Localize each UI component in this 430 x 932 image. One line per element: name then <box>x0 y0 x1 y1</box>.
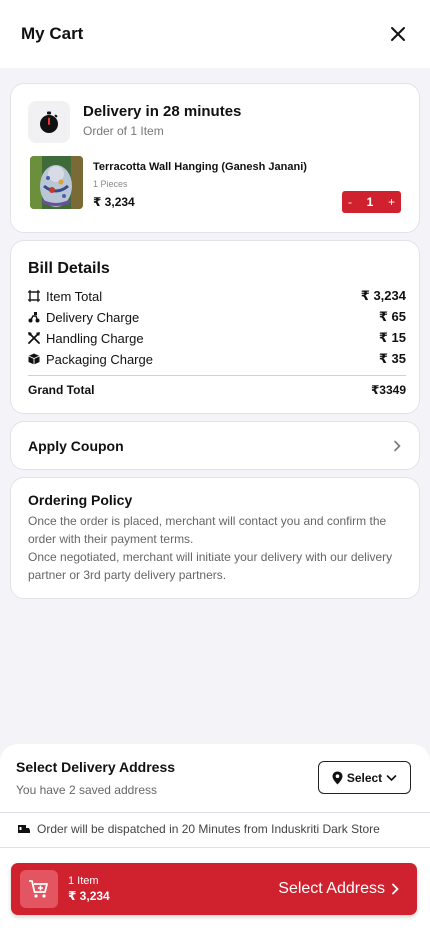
scooter-icon <box>28 311 40 323</box>
bill-row-label: Packaging Charge <box>46 351 153 367</box>
chevron-down-icon <box>386 774 397 781</box>
increase-quantity-button[interactable]: + <box>388 195 395 209</box>
grand-total-label: Grand Total <box>28 383 95 397</box>
bill-row-amount: ₹ 3,234 <box>360 288 406 303</box>
product-pieces: 1 Pieces <box>93 179 128 189</box>
store-icon <box>18 825 30 833</box>
tools-icon <box>28 332 40 344</box>
delivery-title: Delivery in 28 minutes <box>83 103 242 120</box>
chevron-right-icon <box>392 883 399 895</box>
product-price: ₹ 3,234 <box>93 195 135 209</box>
cta-total: ₹ 3,234 <box>68 889 110 903</box>
policy-text: Once the order is placed, merchant will … <box>28 514 393 582</box>
dispatch-text: Order will be dispatched in 20 Minutes f… <box>37 822 380 836</box>
bill-row-amount: ₹ 35 <box>378 351 406 366</box>
bill-row-label: Item Total <box>46 288 103 304</box>
bill-details-card: Bill Details Item Total ₹ 3,234 Delivery… <box>10 240 420 414</box>
delivery-card: Delivery in 28 minutes Order of 1 Item T… <box>10 83 420 233</box>
page-title: My Cart <box>21 24 84 43</box>
bill-row-amount: ₹ 65 <box>378 309 406 324</box>
stopwatch-icon-box <box>28 101 70 143</box>
apply-coupon-button[interactable]: Apply Coupon <box>10 421 420 470</box>
select-address-dropdown[interactable]: Select <box>318 761 411 794</box>
product-image[interactable] <box>30 156 83 209</box>
receipt-icon <box>28 290 40 302</box>
bill-row-packaging-charge: Packaging Charge ₹ 35 <box>28 351 406 367</box>
bill-row-label: Delivery Charge <box>46 309 140 325</box>
policy-title: Ordering Policy <box>28 492 133 508</box>
close-button[interactable] <box>388 24 408 44</box>
sheet-divider <box>0 847 430 848</box>
bill-title: Bill Details <box>28 260 110 277</box>
close-icon <box>391 27 405 41</box>
cta-action-label: Select Address <box>278 880 385 897</box>
address-title: Select Delivery Address <box>16 759 176 775</box>
bill-row-delivery-charge: Delivery Charge ₹ 65 <box>28 309 406 325</box>
package-icon <box>28 353 40 365</box>
bill-row-handling-charge: Handling Charge ₹ 15 <box>28 330 406 346</box>
select-label: Select <box>346 770 383 785</box>
cta-action: Select Address <box>278 880 408 898</box>
address-bottom-sheet: Select Delivery Address You have 2 saved… <box>0 744 430 932</box>
ordering-policy-card: Ordering Policy Once the order is placed… <box>10 477 420 599</box>
decrease-quantity-button[interactable]: - <box>348 195 352 209</box>
chevron-right-icon <box>394 440 401 451</box>
dispatch-info: Order will be dispatched in 20 Minutes f… <box>17 822 380 836</box>
quantity-value: 1 <box>366 195 374 209</box>
product-name[interactable]: Terracotta Wall Hanging (Ganesh Janani) <box>93 161 307 173</box>
apply-coupon-label: Apply Coupon <box>28 437 124 454</box>
sheet-divider <box>0 812 430 813</box>
cta-item-count: 1 Item <box>68 875 99 887</box>
header: My Cart <box>0 0 430 68</box>
bill-divider <box>28 375 406 376</box>
cart-add-icon <box>29 880 48 898</box>
stopwatch-icon <box>40 111 58 133</box>
bill-row-amount: ₹ 15 <box>378 330 406 345</box>
bill-row-label: Handling Charge <box>46 330 144 346</box>
cart-icon-box <box>20 870 58 908</box>
bill-row-item-total: Item Total ₹ 3,234 <box>28 288 406 304</box>
address-subtitle: You have 2 saved address <box>16 783 157 797</box>
grand-total-row: Grand Total ₹3349 <box>28 383 406 397</box>
grand-total-value: ₹3349 <box>370 383 406 397</box>
cta-summary: 1 Item ₹ 3,234 <box>68 875 110 903</box>
delivery-subtitle: Order of 1 Item <box>83 124 164 138</box>
location-pin-icon <box>332 771 343 784</box>
quantity-stepper: - 1 + <box>342 191 401 213</box>
select-address-button[interactable]: 1 Item ₹ 3,234 Select Address <box>11 863 417 915</box>
